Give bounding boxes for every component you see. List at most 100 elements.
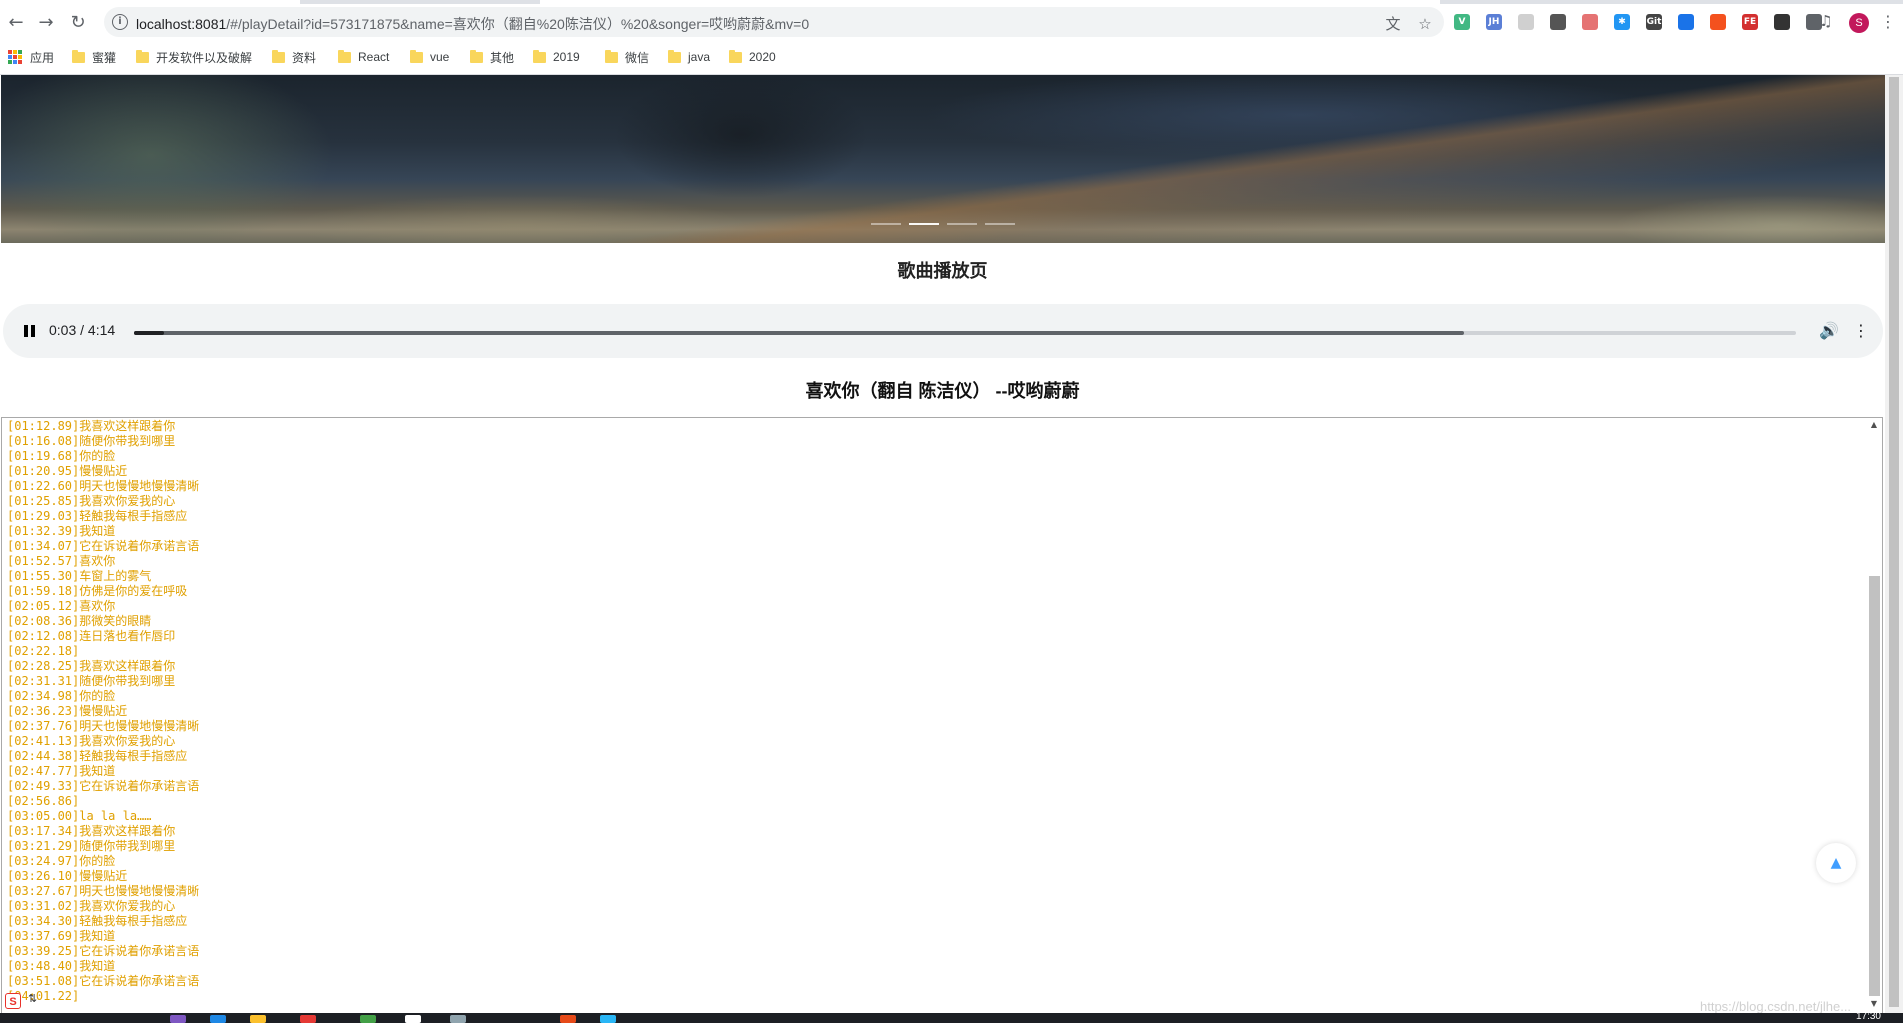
bookmark-label: React [358, 50, 390, 64]
lyric-line: [02:08.36]那微笑的眼睛 [7, 614, 152, 628]
lyric-line: [03:05.00]la la la…… [7, 809, 152, 823]
browser-menu-icon[interactable]: ⋮ [1880, 12, 1896, 32]
taskbar-app-icon[interactable] [170, 1015, 186, 1023]
lyric-line: [02:34.98]你的脸 [7, 689, 116, 703]
bookmark-item[interactable]: java [668, 40, 710, 74]
carousel-indicator[interactable] [947, 223, 977, 225]
lyric-line: [02:44.38]轻触我每根手指感应 [7, 749, 188, 763]
caret-up-icon[interactable]: ▲ [1816, 843, 1856, 883]
lyric-line: [02:12.08]连日落也看作唇印 [7, 629, 176, 643]
lyric-line: [02:41.13]我喜欢你爱我的心 [7, 734, 176, 748]
profile-avatar[interactable]: S [1849, 13, 1869, 33]
lyric-line: [02:49.33]它在诉说着你承诺言语 [7, 779, 200, 793]
bookmark-label: 开发软件以及破解 [156, 50, 253, 65]
lyric-line: [03:51.08]它在诉说着你承诺言语 [7, 974, 200, 988]
bookmark-label: 其他 [490, 50, 515, 65]
page-scrollbar-thumb[interactable] [1889, 77, 1899, 1007]
bookmark-item[interactable]: 2020 [729, 40, 776, 74]
lyric-line: [03:17.34]我喜欢这样跟着你 [7, 824, 176, 838]
taskbar-app-icon[interactable] [360, 1015, 376, 1023]
bookmark-item[interactable]: vue [410, 40, 449, 74]
audio-player[interactable]: 0:03 / 4:14 🔊 ⋮ [3, 304, 1883, 358]
taskbar-app-icon[interactable] [450, 1015, 466, 1023]
lyric-line: [03:27.67]明天也慢慢地慢慢清晰 [7, 884, 200, 898]
volume-icon[interactable]: 🔊 [1818, 320, 1840, 342]
pause-icon[interactable] [21, 322, 39, 340]
folder-icon [668, 49, 681, 63]
extension-icon[interactable]: V [1454, 14, 1470, 30]
folder-icon [533, 49, 546, 63]
folder-icon [410, 49, 423, 63]
bookmark-label: 应用 [30, 50, 55, 65]
media-controls-icon[interactable]: ♫ [1817, 12, 1835, 30]
taskbar-app-icon[interactable] [210, 1015, 226, 1023]
lyric-line: [01:32.39]我知道 [7, 524, 116, 538]
ime-icon[interactable]: S [5, 993, 21, 1009]
lyric-line: [03:48.40]我知道 [7, 959, 116, 973]
ime-toggle-icon[interactable]: ⇅ [28, 992, 37, 1005]
extension-icon[interactable] [1518, 14, 1534, 30]
taskbar-app-icon[interactable] [250, 1015, 266, 1023]
bookmark-item[interactable]: 2019 [533, 40, 580, 74]
bookmark-item[interactable]: 蜜獾 [72, 40, 116, 74]
progress-slider[interactable] [134, 331, 1796, 335]
translate-icon[interactable]: 文 [1384, 15, 1402, 33]
lyrics-scrollbar-thumb[interactable] [1869, 576, 1880, 996]
taskbar-app-icon[interactable] [300, 1015, 316, 1023]
bookmark-label: 2020 [749, 50, 776, 64]
reload-icon[interactable]: ↻ [66, 10, 90, 34]
lyric-line: [02:22.18] [7, 644, 80, 658]
extension-icon[interactable] [1678, 14, 1694, 30]
extension-icon[interactable]: Git [1646, 14, 1662, 30]
info-icon[interactable]: i [112, 14, 128, 30]
lyric-line: [03:26.10]慢慢贴近 [7, 869, 128, 883]
bookmark-item[interactable]: 微信 [605, 40, 649, 74]
url-text[interactable]: localhost:8081/#/playDetail?id=573171875… [136, 14, 809, 34]
watermark: https://blog.csdn.net/jlhe... [1700, 999, 1852, 1014]
taskbar-app-icon[interactable] [405, 1015, 421, 1023]
bookmark-item[interactable]: React [338, 40, 389, 74]
os-taskbar: 17:30 [0, 1011, 1903, 1023]
bookmark-item[interactable]: 开发软件以及破解 [136, 40, 252, 74]
folder-icon [470, 49, 483, 63]
extension-icon[interactable]: JH [1486, 14, 1502, 30]
extension-icon[interactable]: FE [1742, 14, 1758, 30]
carousel-indicator[interactable] [871, 223, 901, 225]
time-display: 0:03 / 4:14 [49, 322, 116, 338]
scroll-down-arrow-icon[interactable]: ▼ [1868, 999, 1880, 1011]
folder-icon [272, 49, 285, 63]
bookmark-item[interactable]: 其他 [470, 40, 514, 74]
taskbar-app-icon[interactable] [560, 1015, 576, 1023]
address-bar[interactable]: i localhost:8081/#/playDetail?id=5731718… [104, 7, 1444, 37]
taskbar-app-icon[interactable] [600, 1015, 616, 1023]
lyric-line: [01:34.07]它在诉说着你承诺言语 [7, 539, 200, 553]
lyric-line: [02:47.77]我知道 [7, 764, 116, 778]
more-vertical-icon[interactable]: ⋮ [1853, 320, 1869, 342]
carousel-indicator[interactable] [985, 223, 1015, 225]
lyric-line: [01:16.08]随便你带我到哪里 [7, 434, 176, 448]
carousel-indicator[interactable] [909, 223, 939, 225]
lyric-line: [02:37.76]明天也慢慢地慢慢清晰 [7, 719, 200, 733]
extension-icon[interactable] [1550, 14, 1566, 30]
lyric-line: [03:39.25]它在诉说着你承诺言语 [7, 944, 200, 958]
extension-icon[interactable] [1774, 14, 1790, 30]
extension-icon[interactable] [1582, 14, 1598, 30]
bookmark-item[interactable]: 资料 [272, 40, 316, 74]
page-scrollbar[interactable] [1885, 75, 1903, 1013]
scroll-up-arrow-icon[interactable]: ▲ [1868, 420, 1880, 432]
banner-carousel[interactable] [1, 75, 1885, 243]
back-arrow-icon[interactable]: ← [4, 10, 28, 34]
forward-arrow-icon[interactable]: → [34, 10, 58, 34]
star-bookmark-icon[interactable]: ☆ [1416, 15, 1434, 33]
lyrics-textarea[interactable]: [01:12.89]我喜欢这样跟着你 [01:16.08]随便你带我到哪里 [01:… [1, 417, 1883, 1013]
extension-icon[interactable]: ✱ [1614, 14, 1630, 30]
bookmark-item[interactable]: 应用 [8, 40, 54, 74]
lyric-line: [03:21.29]随便你带我到哪里 [7, 839, 176, 853]
extension-icon[interactable] [1710, 14, 1726, 30]
lyric-line: [01:12.89]我喜欢这样跟着你 [7, 419, 176, 433]
bookmark-label: java [688, 50, 711, 64]
folder-icon [136, 49, 149, 63]
page-title: 歌曲播放页 [897, 261, 988, 281]
url-host: localhost:8081 [136, 16, 227, 32]
lyric-line: [02:36.23]慢慢贴近 [7, 704, 128, 718]
